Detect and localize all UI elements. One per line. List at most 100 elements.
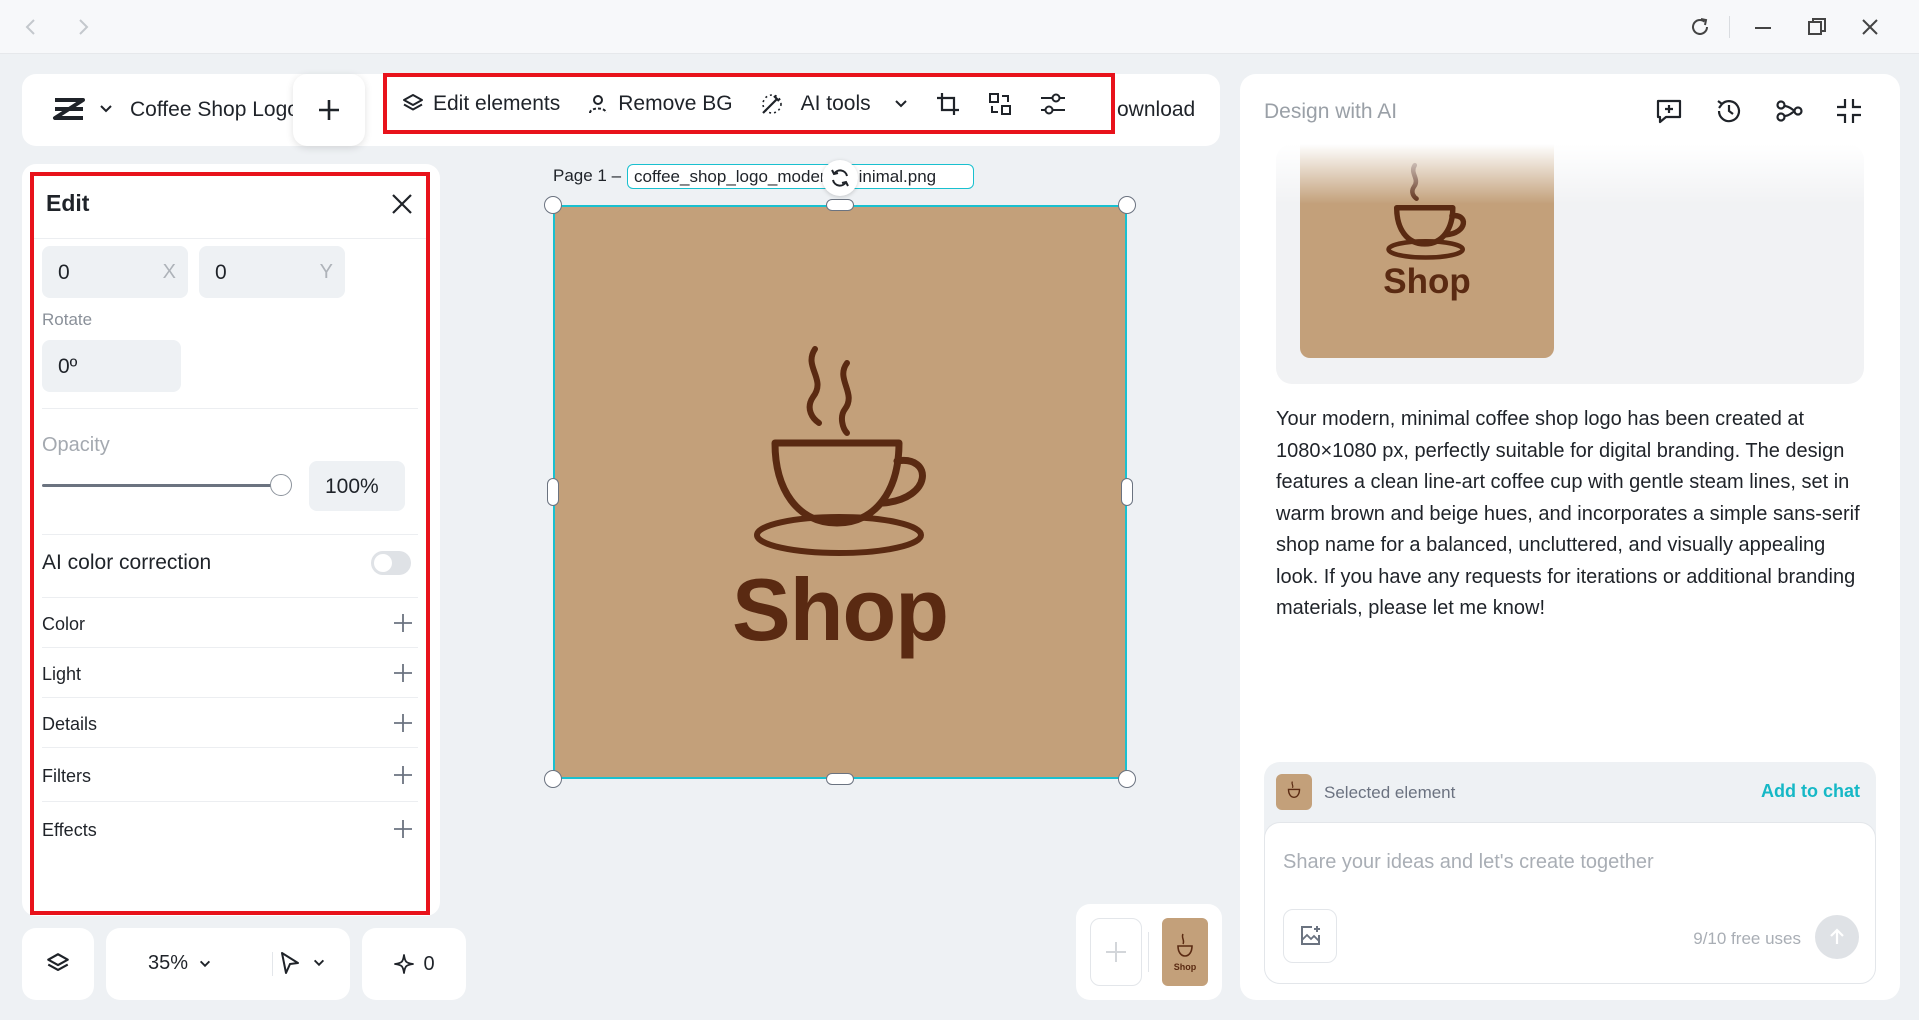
layers-icon xyxy=(401,92,425,116)
logo-text: Shop xyxy=(732,560,949,659)
generated-image-card[interactable]: Shop xyxy=(1276,144,1864,384)
rotate-handle[interactable] xyxy=(822,160,858,196)
chevron-left-icon[interactable] xyxy=(20,16,42,38)
section-color[interactable]: Color xyxy=(42,614,414,635)
section-label: Effects xyxy=(42,820,97,840)
resize-handle-top-left[interactable] xyxy=(544,196,562,214)
opacity-input[interactable]: 100% xyxy=(309,461,405,511)
ai-panel-title: Design with AI xyxy=(1264,100,1398,123)
resize-handle-top[interactable] xyxy=(826,199,854,211)
section-label: Light xyxy=(42,664,82,684)
document-title[interactable]: Coffee Shop Logo xyxy=(130,98,300,122)
rotate-label: Rotate xyxy=(42,310,93,329)
restore-icon[interactable] xyxy=(1805,15,1829,39)
reload-icon[interactable] xyxy=(1688,15,1712,39)
attach-image-button[interactable] xyxy=(1283,909,1337,963)
resize-handle-right[interactable] xyxy=(1121,478,1133,506)
x-unit: X xyxy=(162,261,176,283)
window-titlebar xyxy=(0,0,1919,54)
rotate-input[interactable]: 0º xyxy=(42,340,181,392)
ai-credits-button[interactable]: 0 xyxy=(362,928,466,1000)
section-light[interactable]: Light xyxy=(42,664,414,685)
resize-handle-bottom[interactable] xyxy=(826,773,854,785)
chat-input[interactable]: Share your ideas and let's create togeth… xyxy=(1264,822,1876,984)
close-icon[interactable] xyxy=(390,192,414,216)
preview-logo-text: Shop xyxy=(1383,262,1471,301)
section-details[interactable]: Details xyxy=(42,714,414,735)
divider xyxy=(42,597,418,598)
divider xyxy=(34,238,426,239)
new-chat-icon[interactable] xyxy=(1654,96,1684,126)
plus-icon xyxy=(392,612,414,634)
send-button[interactable] xyxy=(1815,915,1859,959)
zoom-select[interactable]: 35% xyxy=(148,952,212,975)
element-toolbar: Edit elements Remove BG AI tools xyxy=(383,73,1115,134)
resize-icon[interactable] xyxy=(987,91,1013,117)
resize-handle-left[interactable] xyxy=(547,478,559,506)
selected-image[interactable]: Shop xyxy=(553,205,1127,779)
page-thumbnail[interactable]: Shop xyxy=(1162,918,1208,986)
section-effects[interactable]: Effects xyxy=(42,820,414,841)
download-button[interactable]: ownload xyxy=(1117,98,1195,122)
add-button[interactable] xyxy=(293,74,365,146)
ai-credits-count: 0 xyxy=(423,952,435,975)
layers-icon xyxy=(45,951,71,977)
chevron-down-icon[interactable] xyxy=(98,101,114,117)
add-page-button[interactable] xyxy=(1090,918,1142,986)
chat-input-placeholder: Share your ideas and let's create togeth… xyxy=(1283,851,1654,873)
x-position-input[interactable]: 0 X xyxy=(42,246,188,298)
resize-handle-bottom-right[interactable] xyxy=(1118,770,1136,788)
divider xyxy=(42,647,418,648)
free-uses-counter: 9/10 free uses xyxy=(1693,929,1801,948)
magic-wand-icon xyxy=(759,92,785,116)
ai-tools-button[interactable]: AI tools xyxy=(759,92,909,116)
plus-icon xyxy=(1103,939,1129,965)
opacity-slider-knob[interactable] xyxy=(270,474,292,496)
zoom-value: 35% xyxy=(148,952,189,974)
coffee-cup-icon xyxy=(1287,781,1301,798)
pointer-select[interactable] xyxy=(272,950,326,976)
chevron-right-icon[interactable] xyxy=(72,16,94,38)
close-icon[interactable] xyxy=(1858,15,1882,39)
person-icon xyxy=(586,92,610,116)
divider xyxy=(42,801,418,802)
edit-panel: Edit 0 X 0 Y Rotate 0º Opacity 100% AI c… xyxy=(30,172,430,915)
remove-bg-button[interactable]: Remove BG xyxy=(586,92,733,116)
section-label: Color xyxy=(42,614,86,634)
resize-handle-top-right[interactable] xyxy=(1118,196,1136,214)
edit-elements-button[interactable]: Edit elements xyxy=(401,92,560,116)
divider xyxy=(1148,932,1149,972)
collapse-icon[interactable] xyxy=(1834,96,1864,126)
section-filters[interactable]: Filters xyxy=(42,766,414,787)
add-to-chat-button[interactable]: Add to chat xyxy=(1761,781,1860,802)
layers-button[interactable] xyxy=(22,928,94,1000)
x-value: 0 xyxy=(58,261,70,284)
rotate-value: 0º xyxy=(58,355,78,378)
chevron-down-icon xyxy=(198,957,212,971)
resize-handle-bottom-left[interactable] xyxy=(544,770,562,788)
zoom-pointer-group: 35% xyxy=(106,928,350,1000)
add-image-icon xyxy=(1298,924,1322,948)
crop-icon[interactable] xyxy=(935,91,961,117)
opacity-value: 100% xyxy=(325,475,379,498)
section-label: Filters xyxy=(42,766,91,786)
y-position-input[interactable]: 0 Y xyxy=(199,246,345,298)
chevron-down-icon xyxy=(893,96,909,112)
adjust-icon[interactable] xyxy=(1039,91,1067,117)
minimize-icon[interactable] xyxy=(1751,15,1775,39)
coffee-cup-icon xyxy=(1177,933,1193,957)
edit-elements-label: Edit elements xyxy=(433,91,561,115)
share-icon[interactable] xyxy=(1774,96,1804,126)
app-menu[interactable] xyxy=(52,96,114,122)
opacity-slider-track[interactable] xyxy=(42,484,282,487)
ai-color-correction-toggle[interactable] xyxy=(371,551,411,575)
history-icon[interactable] xyxy=(1714,96,1744,126)
thumbnail-text: Shop xyxy=(1173,962,1197,972)
section-label: Details xyxy=(42,714,98,734)
plus-icon xyxy=(392,712,414,734)
chat-composer: Selected element Add to chat Share your … xyxy=(1264,762,1876,984)
file-name-chip[interactable]: coffee_shop_logo_modern_minimal.png xyxy=(627,164,974,189)
plus-icon xyxy=(392,662,414,684)
toggle-knob xyxy=(374,554,392,572)
selected-element-label: Selected element xyxy=(1324,783,1456,802)
